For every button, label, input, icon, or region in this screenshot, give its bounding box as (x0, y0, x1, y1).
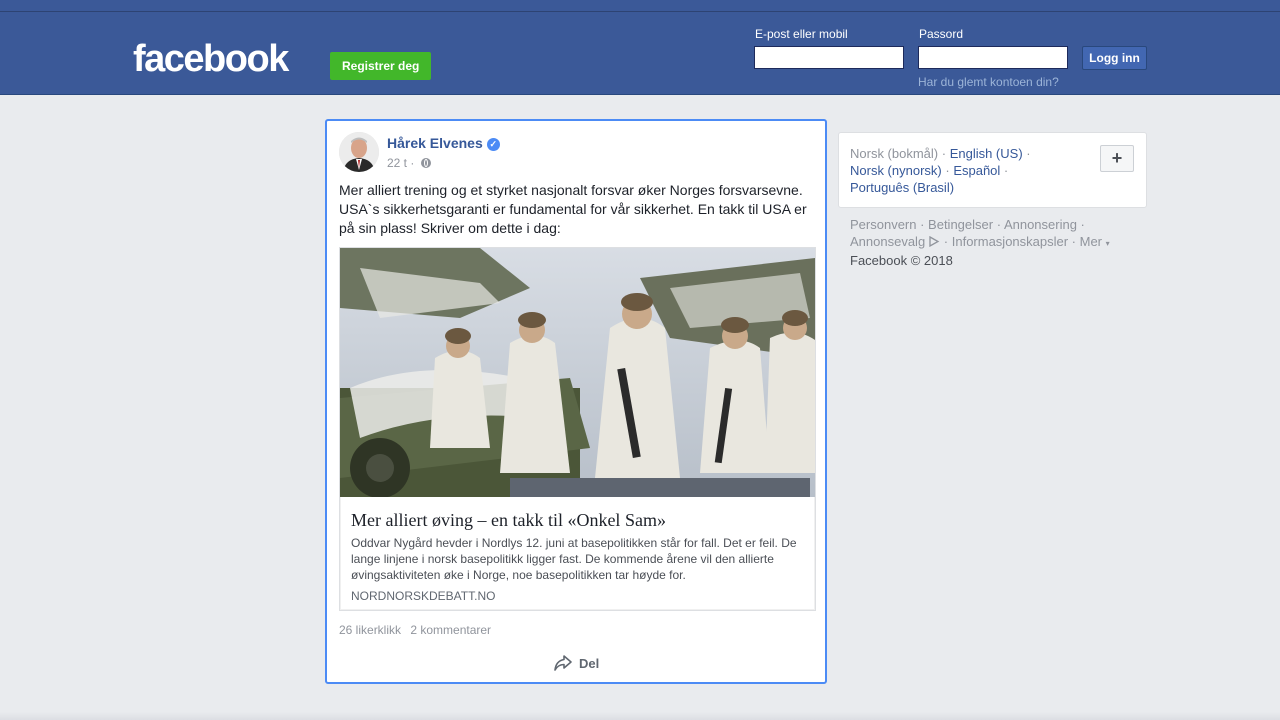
link-preview[interactable]: Mer alliert øving – en takk til «Onkel S… (339, 247, 816, 611)
password-label: Passord (919, 27, 964, 41)
footer-adchoices-link[interactable]: Annonsevalg (850, 234, 940, 249)
password-field[interactable] (918, 46, 1068, 69)
register-button[interactable]: Registrer deg (330, 52, 432, 80)
footer-ads-link[interactable]: Annonsering (1004, 217, 1077, 232)
post-stats: 26 likerklikk 2 kommentarer (339, 623, 491, 637)
add-language-button[interactable]: + (1100, 145, 1134, 172)
language-espanol[interactable]: Español (953, 163, 1000, 178)
author-name-text[interactable]: Hårek Elvenes (387, 135, 483, 151)
copyright-text: Facebook © 2018 (850, 253, 953, 268)
top-strip (0, 0, 1280, 12)
footer-terms-link[interactable]: Betingelser (928, 217, 993, 232)
login-button[interactable]: Logg inn (1082, 46, 1147, 70)
post-meta: 22 t · (387, 156, 431, 170)
email-field[interactable] (754, 46, 904, 69)
post-time[interactable]: 22 t (387, 156, 407, 170)
adchoices-icon (929, 235, 940, 248)
footer-more-label[interactable]: Mer (1080, 234, 1102, 249)
share-button[interactable]: Del (553, 654, 599, 672)
footer-links: Personvern · Betingelser · Annonsering ·… (850, 217, 1110, 268)
link-description: Oddvar Nygård hevder i Nordlys 12. juni … (351, 536, 797, 582)
post-text: Mer alliert trening og et styrket nasjon… (339, 182, 807, 236)
language-portugues-brasil[interactable]: Português (Brasil) (850, 180, 954, 195)
language-norsk-nynorsk[interactable]: Norsk (nynorsk) (850, 163, 942, 178)
footer-more-link[interactable]: Mer ▾ (1080, 234, 1110, 249)
footer-adchoices-label[interactable]: Annonsevalg (850, 234, 925, 249)
chevron-down-icon: ▾ (1105, 239, 1110, 248)
facebook-logo[interactable]: facebook (133, 36, 289, 82)
email-label: E-post eller mobil (755, 27, 848, 41)
language-current: Norsk (bokmål) (850, 146, 939, 161)
footer-privacy-link[interactable]: Personvern (850, 217, 916, 232)
link-domain: NORDNORSKDEBATT.NO (351, 589, 496, 603)
author-name[interactable]: Hårek Elvenes ✓ (387, 135, 500, 151)
globe-icon[interactable] (420, 158, 431, 168)
language-list: Norsk (bokmål) · English (US) · Norsk (n… (850, 146, 1031, 195)
verified-badge-icon: ✓ (486, 138, 500, 151)
author-avatar[interactable] (339, 132, 379, 172)
share-label: Del (579, 655, 600, 671)
likes-count[interactable]: 26 likerklikk (339, 623, 401, 637)
header-bar: facebook Registrer deg E-post eller mobi… (0, 12, 1280, 95)
meta-separator: · (410, 156, 415, 170)
forgot-account-link[interactable]: Har du glemt kontoen din? (918, 75, 1059, 89)
link-preview-image[interactable] (340, 248, 815, 497)
share-arrow-icon (554, 655, 572, 671)
bottom-edge (0, 712, 1280, 720)
language-english-us[interactable]: English (US) (950, 146, 1023, 161)
language-selector: Norsk (bokmål) · English (US) · Norsk (n… (838, 132, 1147, 208)
footer-cookies-link[interactable]: Informasjonskapsler (952, 234, 1068, 249)
link-title[interactable]: Mer alliert øving – en takk til «Onkel S… (351, 509, 806, 531)
post-card: Hårek Elvenes ✓ 22 t · Mer alliert trenin… (325, 119, 827, 684)
comments-count[interactable]: 2 kommentarer (410, 623, 491, 637)
